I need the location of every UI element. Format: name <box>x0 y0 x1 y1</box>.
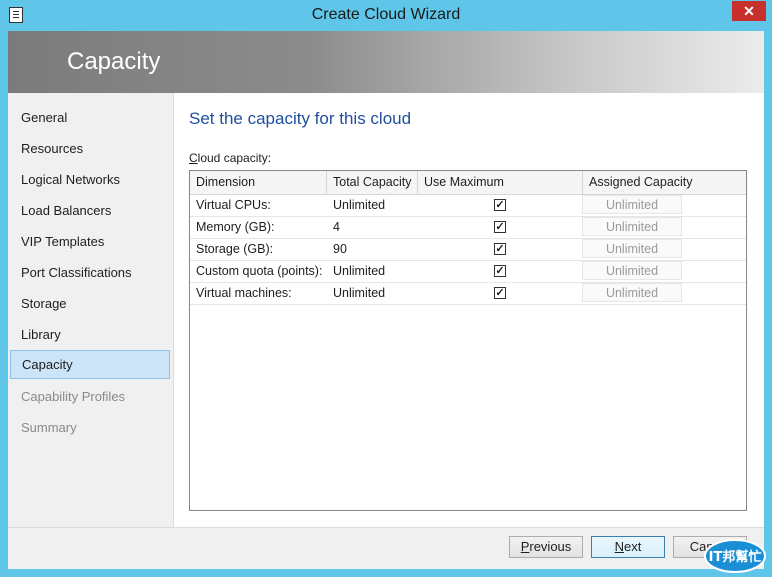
nav-item-summary: Summary <box>21 420 77 435</box>
column-header-total-capacity[interactable]: Total Capacity <box>327 171 418 194</box>
column-header-use-maximum[interactable]: Use Maximum <box>418 171 583 194</box>
nav-item-vip-templates[interactable]: VIP Templates <box>10 227 170 256</box>
watermark-text: IT邦幫忙 <box>709 549 762 565</box>
wizard-window: Create Cloud Wizard ✕ Capacity General R… <box>0 0 772 576</box>
use-maximum-checkbox[interactable]: ✓ <box>494 221 506 233</box>
table-row[interactable]: Memory (GB): 4 ✓ Unlimited <box>190 216 746 239</box>
nav-item-port-classifications[interactable]: Port Classifications <box>10 258 170 287</box>
use-maximum-checkbox[interactable]: ✓ <box>494 287 506 299</box>
button-bar: Previous Next Cancel <box>8 527 764 569</box>
assigned-capacity-field: Unlimited <box>582 217 682 236</box>
main-panel: Set the capacity for this cloud Cloud ca… <box>174 93 764 527</box>
nav-item-logical-networks[interactable]: Logical Networks <box>10 165 170 194</box>
assigned-capacity-field: Unlimited <box>582 283 682 302</box>
column-header-assigned-capacity[interactable]: Assigned Capacity <box>583 171 746 194</box>
checkmark-icon: ✓ <box>495 243 505 255</box>
total-capacity-cell: Unlimited <box>333 286 386 300</box>
capacity-grid[interactable]: Dimension Total Capacity Use Maximum Ass… <box>189 170 747 511</box>
table-row[interactable]: Virtual CPUs: Unlimited ✓ Unlimited <box>190 194 746 217</box>
nav-item-capability-profiles: Capability Profiles <box>21 389 126 404</box>
assigned-capacity-field: Unlimited <box>582 239 682 258</box>
dimension-cell: Virtual CPUs: <box>196 198 271 212</box>
total-capacity-cell: Unlimited <box>333 264 386 278</box>
use-maximum-checkbox[interactable]: ✓ <box>494 243 506 255</box>
dimension-cell: Storage (GB): <box>196 242 274 256</box>
use-maximum-checkbox[interactable]: ✓ <box>494 199 506 211</box>
checkmark-icon: ✓ <box>495 287 505 299</box>
nav-item-storage[interactable]: Storage <box>10 289 170 318</box>
window-title: Create Cloud Wizard <box>311 6 461 23</box>
assigned-capacity-field: Unlimited <box>582 195 682 214</box>
checkmark-icon: ✓ <box>495 265 505 277</box>
total-capacity-cell: 4 <box>333 220 340 234</box>
checkmark-icon: ✓ <box>495 221 505 233</box>
table-row[interactable]: Virtual machines: Unlimited ✓ Unlimited <box>190 282 746 305</box>
dimension-cell: Virtual machines: <box>196 286 292 300</box>
title-bar[interactable]: Create Cloud Wizard ✕ <box>0 0 772 31</box>
total-capacity-cell: Unlimited <box>333 198 386 212</box>
wizard-client-area: Capacity General Resources Logical Netwo… <box>8 31 764 569</box>
dimension-cell: Custom quota (points): <box>196 264 323 278</box>
section-heading: Set the capacity for this cloud <box>189 109 412 128</box>
nav-item-general[interactable]: General <box>10 103 170 132</box>
previous-button[interactable]: Previous <box>509 536 583 558</box>
use-maximum-checkbox[interactable]: ✓ <box>494 265 506 277</box>
nav-item-resources[interactable]: Resources <box>10 134 170 163</box>
close-icon: ✕ <box>743 3 755 19</box>
nav-item-load-balancers[interactable]: Load Balancers <box>10 196 170 225</box>
grid-header: Dimension Total Capacity Use Maximum Ass… <box>190 171 746 195</box>
next-button[interactable]: Next <box>591 536 665 558</box>
assigned-capacity-field: Unlimited <box>582 261 682 280</box>
close-button[interactable]: ✕ <box>732 1 766 21</box>
checkmark-icon: ✓ <box>495 199 505 211</box>
nav-item-capacity[interactable]: Capacity <box>10 350 170 379</box>
dimension-cell: Memory (GB): <box>196 220 275 234</box>
total-capacity-cell: 90 <box>333 242 347 256</box>
grid-label: Cloud capacity: <box>189 151 272 165</box>
table-row[interactable]: Storage (GB): 90 ✓ Unlimited <box>190 238 746 261</box>
ithome-watermark-logo: IT邦幫忙 <box>704 538 766 574</box>
column-header-dimension[interactable]: Dimension <box>190 171 327 194</box>
wizard-nav: General Resources Logical Networks Load … <box>8 93 174 527</box>
header-banner: Capacity <box>8 31 764 93</box>
page-title: Capacity <box>67 48 161 75</box>
table-row[interactable]: Custom quota (points): Unlimited ✓ Unlim… <box>190 260 746 283</box>
nav-item-library[interactable]: Library <box>10 320 170 349</box>
